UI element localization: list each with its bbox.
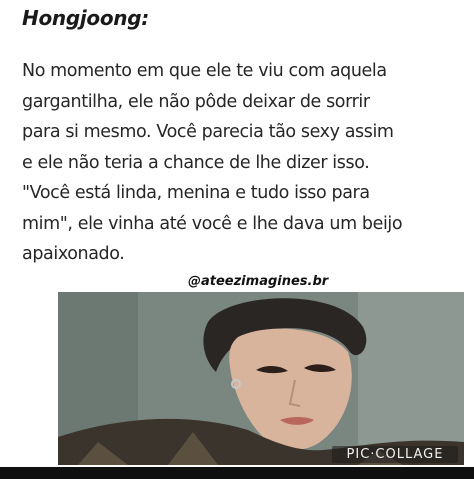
body-line: para si mesmo. Você parecia tão sexy ass… — [22, 122, 394, 142]
body-line: "Você está linda, menina e tudo isso par… — [22, 183, 370, 203]
body-line: gargantilha, ele não pôde deixar de sorr… — [22, 91, 370, 112]
portrait-photo — [58, 292, 464, 465]
body-line: No momento em que ele te viu com aquela — [22, 61, 387, 81]
body-line: apaixonado. — [22, 244, 125, 264]
body-line: mim", ele vinha até você e lhe dava um b… — [22, 213, 403, 234]
post-body: No momento em que ele te viu com aquela … — [22, 56, 462, 270]
watermark-handle: @ateezimagines.br — [188, 274, 329, 289]
body-line: e ele não teria a chance de lhe dizer is… — [22, 152, 370, 173]
post-title: Hongjoong: — [22, 6, 149, 30]
portrait-illustration — [58, 292, 464, 465]
photo-background-light — [358, 292, 464, 465]
bottom-bar — [0, 467, 474, 479]
pic-collage-badge: PIC·COLLAGE — [332, 446, 458, 463]
